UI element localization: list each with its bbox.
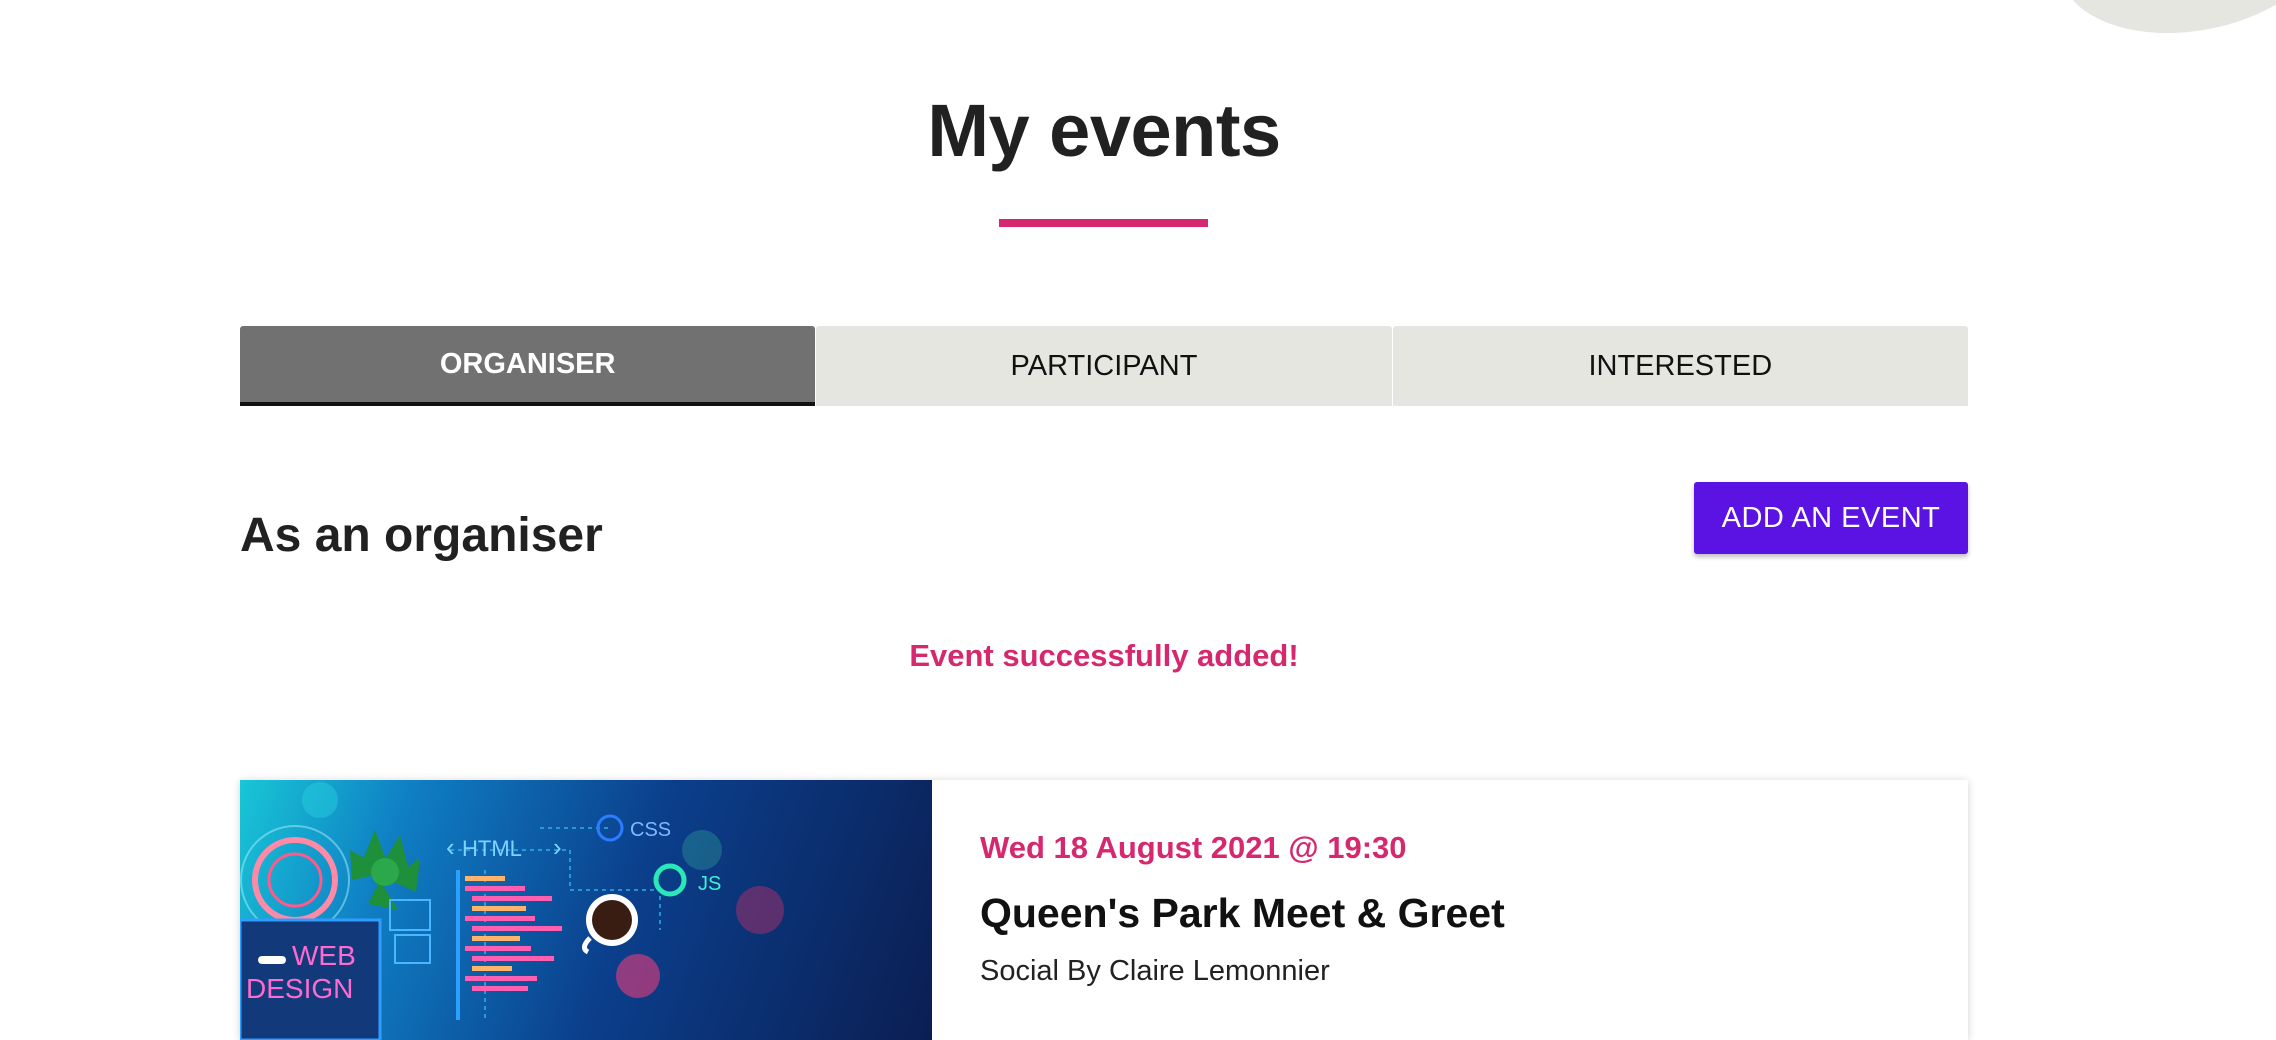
event-role-tabs: ORGANISER PARTICIPANT INTERESTED — [240, 326, 1968, 406]
page-title: My events — [927, 89, 1281, 172]
tab-organiser[interactable]: ORGANISER — [240, 326, 816, 406]
event-card[interactable]: HTML ‹ › CSS JS WEB DESIGN Wed 18 August… — [240, 780, 1968, 1040]
event-name[interactable]: Queen's Park Meet & Greet — [980, 890, 1920, 937]
event-image: HTML ‹ › CSS JS WEB DESIGN — [240, 780, 932, 1040]
event-meta: Social By Claire Lemonnier — [980, 955, 1330, 987]
event-info: Wed 18 August 2021 @ 19:30 Queen's Park … — [932, 780, 1968, 1040]
tab-interested[interactable]: INTERESTED — [1392, 326, 1968, 406]
add-event-button[interactable]: ADD AN EVENT — [1694, 482, 1968, 554]
svg-text:‹: ‹ — [446, 832, 455, 862]
success-message: Event successfully added! — [909, 638, 1299, 673]
html-label: HTML — [462, 836, 522, 861]
css-label: CSS — [630, 819, 671, 841]
js-label: JS — [698, 873, 721, 895]
event-date: Wed 18 August 2021 @ 19:30 — [980, 830, 1407, 865]
web-label: WEB — [292, 940, 356, 971]
svg-text:›: › — [553, 832, 562, 862]
section-title: As an organiser — [240, 509, 603, 562]
decorative-corner-shape — [2041, 0, 2276, 58]
tab-participant[interactable]: PARTICIPANT — [816, 326, 1392, 406]
web-design-illustration: HTML ‹ › CSS JS WEB DESIGN — [240, 782, 784, 1040]
title-underline — [999, 219, 1208, 227]
